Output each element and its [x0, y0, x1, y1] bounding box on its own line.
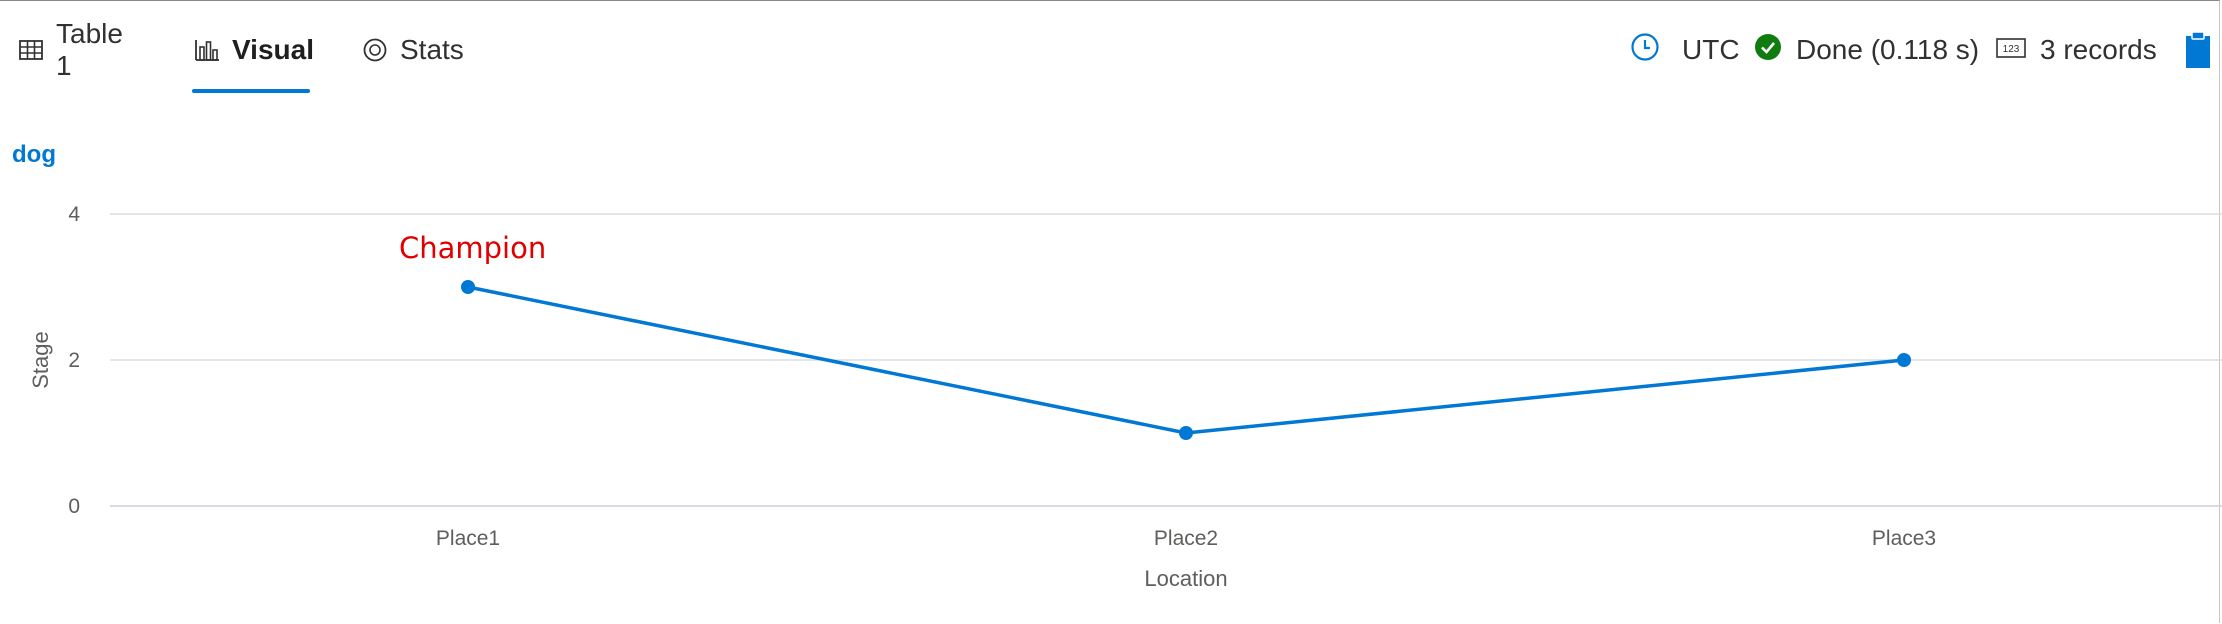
y-tick-label: 4 — [68, 203, 80, 226]
x-tick-label: Place1 — [436, 527, 500, 550]
x-tick-label: Place3 — [1872, 527, 1936, 550]
y-tick-label: 2 — [68, 349, 80, 372]
line-chart: 0 2 4 Place1 Place2 Place3 Location Stage Ch… — [28, 203, 2222, 591]
x-axis-ticks: Place1 Place2 Place3 — [436, 527, 1936, 550]
data-point — [1897, 353, 1911, 367]
x-axis-title: Location — [1144, 566, 1227, 591]
y-tick-label: 0 — [68, 495, 80, 518]
x-tick-label: Place2 — [1154, 527, 1218, 550]
annotations: Champion — [399, 231, 546, 265]
data-point — [1179, 426, 1193, 440]
data-point — [461, 280, 475, 294]
annotation-label: Champion — [399, 231, 546, 265]
y-axis-ticks: 0 2 4 — [68, 203, 80, 518]
y-axis-title: Stage — [28, 331, 53, 389]
